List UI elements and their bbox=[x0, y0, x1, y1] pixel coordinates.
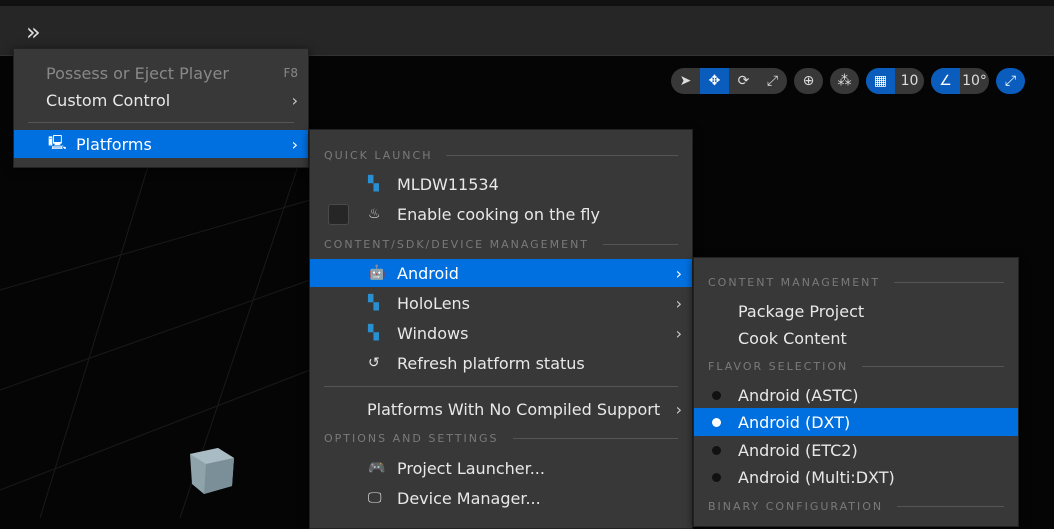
scale-icon[interactable]: ⤢ bbox=[758, 68, 787, 94]
viewport-grid bbox=[0, 160, 311, 518]
translate-icon[interactable]: ✥ bbox=[700, 68, 729, 94]
cooking-checkbox[interactable] bbox=[328, 203, 349, 225]
item-label: Platforms bbox=[76, 134, 152, 154]
item-label: Cook Content bbox=[738, 328, 847, 348]
radio-icon bbox=[712, 445, 721, 455]
menu-item-windows[interactable]: ▚ Windows › bbox=[310, 319, 692, 347]
chevron-right-icon: › bbox=[675, 399, 682, 419]
android-submenu: CONTENT MANAGEMENT Package Project Cook … bbox=[693, 257, 1019, 527]
angle-snap-group: ∠ 10° bbox=[931, 68, 989, 94]
section-header-content-management: CONTENT MANAGEMENT bbox=[708, 274, 1004, 290]
surface-snap-icon: ⁂ bbox=[837, 73, 852, 89]
item-label: Android bbox=[397, 263, 459, 283]
chevron-right-icon: › bbox=[291, 90, 298, 110]
item-label: Custom Control bbox=[46, 90, 171, 110]
item-label: MLDW11534 bbox=[397, 174, 499, 194]
chevron-right-icon: › bbox=[675, 263, 682, 283]
flavor-etc2[interactable]: Android (ETC2) bbox=[694, 436, 1018, 464]
grid-snap-value[interactable]: 10 bbox=[895, 68, 924, 94]
platforms-icon: 🖳 bbox=[48, 135, 67, 151]
menu-item-cook-content[interactable]: Cook Content bbox=[694, 324, 1018, 352]
platforms-submenu: QUICK LAUNCH ▚ MLDW11534 ♨ Enable cookin… bbox=[309, 129, 693, 529]
rotate-icon[interactable]: ⟳ bbox=[729, 68, 758, 94]
chevron-right-icon: › bbox=[675, 323, 682, 343]
section-header-content: CONTENT/SDK/DEVICE MANAGEMENT bbox=[324, 236, 678, 252]
divider bbox=[324, 386, 678, 387]
item-label: Possess or Eject Player bbox=[46, 63, 229, 83]
item-label: Android (ETC2) bbox=[738, 440, 858, 460]
menu-item-refresh[interactable]: ↺ Refresh platform status bbox=[310, 349, 692, 377]
globe-icon: ⊕ bbox=[802, 73, 815, 89]
chevron-right-icon: › bbox=[675, 293, 682, 313]
item-label: Package Project bbox=[738, 301, 865, 321]
angle-snap-icon[interactable]: ∠ bbox=[931, 68, 960, 94]
radio-icon bbox=[712, 390, 721, 400]
item-label: Device Manager... bbox=[397, 488, 541, 508]
menu-item-project-launcher[interactable]: 🎮 Project Launcher... bbox=[310, 454, 692, 482]
flavor-multi-dxt[interactable]: Android (Multi:DXT) bbox=[694, 463, 1018, 491]
windows-unreal-icon: ▚ bbox=[368, 325, 379, 341]
transform-mode-group: ➤ ✥ ⟳ ⤢ bbox=[671, 68, 787, 94]
play-options-menu: Possess or Eject Player F8 Custom Contro… bbox=[13, 48, 309, 168]
flavor-astc[interactable]: Android (ASTC) bbox=[694, 381, 1018, 409]
angle-snap-value[interactable]: 10° bbox=[960, 68, 989, 94]
menu-item-device-manager[interactable]: 🖵 Device Manager... bbox=[310, 484, 692, 512]
shortcut-label: F8 bbox=[283, 66, 298, 80]
refresh-icon: ↺ bbox=[368, 355, 380, 371]
item-label: Android (DXT) bbox=[738, 412, 851, 432]
menu-item-custom-control[interactable]: Custom Control › bbox=[14, 86, 308, 114]
cooking-bowl-icon: ♨ bbox=[368, 206, 381, 222]
item-label: HoloLens bbox=[397, 293, 471, 313]
scale-snap-group: ⤢ bbox=[996, 68, 1025, 94]
android-icon: 🤖 bbox=[368, 265, 386, 281]
launcher-icon: 🎮 bbox=[368, 460, 386, 476]
menu-item-package-project[interactable]: Package Project bbox=[694, 297, 1018, 325]
section-header-quick-launch: QUICK LAUNCH bbox=[324, 147, 678, 163]
menu-item-no-compiled-support[interactable]: Platforms With No Compiled Support › bbox=[310, 395, 692, 423]
windows-unreal-icon: ▚ bbox=[368, 295, 379, 311]
menu-item-possess[interactable]: Possess or Eject Player F8 bbox=[14, 59, 308, 87]
menu-item-device[interactable]: ▚ MLDW11534 bbox=[310, 170, 692, 198]
menu-item-platforms[interactable]: 🖳 Platforms › bbox=[14, 130, 308, 158]
menu-item-hololens[interactable]: ▚ HoloLens › bbox=[310, 289, 692, 317]
item-label: Windows bbox=[397, 323, 469, 343]
item-label: Android (Multi:DXT) bbox=[738, 467, 895, 487]
windows-unreal-icon: ▚ bbox=[368, 176, 379, 192]
menu-item-android[interactable]: 🤖 Android › bbox=[310, 259, 692, 287]
item-label: Refresh platform status bbox=[397, 353, 585, 373]
cube-actor[interactable] bbox=[188, 446, 236, 496]
grid-snap-icon[interactable]: ▦ bbox=[866, 68, 895, 94]
device-manager-icon: 🖵 bbox=[368, 490, 382, 506]
item-label: Android (ASTC) bbox=[738, 385, 859, 405]
menu-item-enable-cooking[interactable]: ♨ Enable cooking on the fly bbox=[310, 200, 692, 228]
radio-selected-icon bbox=[712, 417, 721, 427]
flavor-dxt[interactable]: Android (DXT) bbox=[694, 408, 1018, 436]
viewport-toolbar: ➤ ✥ ⟳ ⤢ ⊕ ⁂ ▦ 10 ∠ 10° ⤢ bbox=[671, 68, 1025, 94]
world-local-button[interactable]: ⊕ bbox=[794, 68, 823, 94]
scale-snap-icon[interactable]: ⤢ bbox=[996, 68, 1025, 94]
item-label: Platforms With No Compiled Support bbox=[367, 399, 661, 419]
section-header-options: OPTIONS AND SETTINGS bbox=[324, 430, 678, 446]
section-header-binary: BINARY CONFIGURATION bbox=[708, 498, 1004, 514]
divider bbox=[28, 122, 294, 123]
grid-snap-group: ▦ 10 bbox=[866, 68, 924, 94]
surface-snap-button[interactable]: ⁂ bbox=[830, 68, 859, 94]
radio-icon bbox=[712, 472, 721, 482]
item-label: Enable cooking on the fly bbox=[397, 204, 600, 224]
select-icon[interactable]: ➤ bbox=[671, 68, 700, 94]
expand-toolbar-icon[interactable]: » bbox=[26, 18, 41, 46]
chevron-right-icon: › bbox=[291, 134, 298, 154]
section-header-flavor: FLAVOR SELECTION bbox=[708, 358, 1004, 374]
item-label: Project Launcher... bbox=[397, 458, 545, 478]
